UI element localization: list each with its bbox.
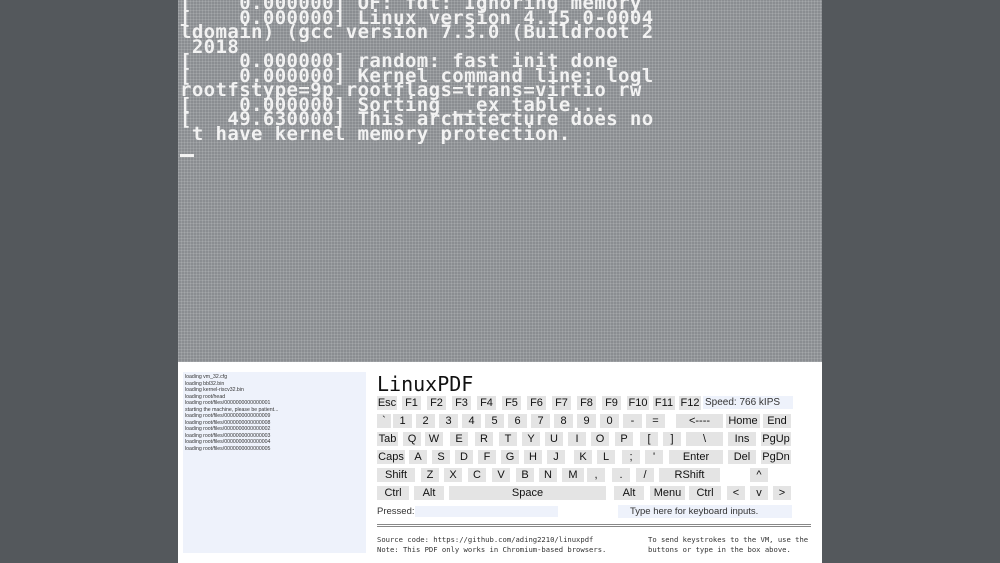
key-right-alt[interactable]: Alt: [614, 486, 644, 500]
key-s[interactable]: S: [432, 450, 450, 464]
key-g[interactable]: G: [501, 450, 519, 464]
key-m[interactable]: M: [562, 468, 584, 482]
boot-log-panel: loading vm_32.cfg loading bbl32.bin load…: [183, 372, 366, 553]
key-period[interactable]: .: [612, 468, 630, 482]
key-pgdn[interactable]: PgDn: [761, 450, 791, 464]
key-c[interactable]: C: [468, 468, 486, 482]
key-o[interactable]: O: [591, 432, 609, 446]
key-n[interactable]: N: [539, 468, 557, 482]
keystroke-tip-line-1: To send keystrokes to the VM, use the: [648, 535, 809, 544]
key-f5[interactable]: F5: [502, 396, 521, 410]
key-e[interactable]: E: [450, 432, 468, 446]
key-home[interactable]: Home: [726, 414, 760, 428]
key-z[interactable]: Z: [421, 468, 439, 482]
key-ins[interactable]: Ins: [728, 432, 756, 446]
key-enter[interactable]: Enter: [669, 450, 723, 464]
key-d[interactable]: D: [455, 450, 473, 464]
key-y[interactable]: Y: [522, 432, 540, 446]
key-backspace[interactable]: <----: [676, 414, 723, 428]
key-quote[interactable]: ': [645, 450, 663, 464]
key-0[interactable]: 0: [600, 414, 619, 428]
key-1[interactable]: 1: [393, 414, 412, 428]
key-5[interactable]: 5: [485, 414, 504, 428]
key-menu[interactable]: Menu: [650, 486, 685, 500]
key-right-ctrl[interactable]: Ctrl: [689, 486, 721, 500]
key-i[interactable]: I: [568, 432, 586, 446]
key-6[interactable]: 6: [508, 414, 527, 428]
speed-indicator: Speed: 766 kIPS: [703, 396, 793, 409]
keystroke-tip-line-2: buttons or type in the box above.: [648, 545, 791, 554]
key-8[interactable]: 8: [554, 414, 573, 428]
key-equals[interactable]: =: [646, 414, 665, 428]
key-x[interactable]: X: [444, 468, 462, 482]
app-title: LinuxPDF: [377, 372, 474, 396]
key-ctrl[interactable]: Ctrl: [377, 486, 409, 500]
key-minus[interactable]: -: [623, 414, 642, 428]
pdf-page: [ 0.000000] OF: fdt: Ignoring memory [ 0…: [178, 0, 822, 563]
key-f12[interactable]: F12: [679, 396, 701, 410]
key-f11[interactable]: F11: [653, 396, 675, 410]
key-v[interactable]: V: [492, 468, 510, 482]
key-f2[interactable]: F2: [427, 396, 446, 410]
key-esc[interactable]: Esc: [377, 396, 397, 410]
key-semicolon[interactable]: ;: [622, 450, 640, 464]
key-shift[interactable]: Shift: [377, 468, 415, 482]
key-f[interactable]: F: [478, 450, 496, 464]
key-w[interactable]: W: [425, 432, 443, 446]
pressed-keys-display: [415, 506, 558, 517]
key-f1[interactable]: F1: [402, 396, 421, 410]
key-del[interactable]: Del: [728, 450, 756, 464]
key-9[interactable]: 9: [577, 414, 596, 428]
keyboard-input-field[interactable]: [618, 505, 792, 518]
key-f7[interactable]: F7: [552, 396, 571, 410]
key-3[interactable]: 3: [439, 414, 458, 428]
key-backslash[interactable]: \: [686, 432, 723, 446]
key-l[interactable]: L: [597, 450, 615, 464]
key-slash[interactable]: /: [636, 468, 654, 482]
key-q[interactable]: Q: [403, 432, 421, 446]
key-k[interactable]: K: [574, 450, 592, 464]
key-j[interactable]: J: [547, 450, 565, 464]
log-line: loading root/files/0000000000000005: [185, 445, 271, 452]
key-f8[interactable]: F8: [577, 396, 596, 410]
terminal-line: t have kernel memory protection.: [180, 122, 571, 145]
key-space[interactable]: Space: [449, 486, 606, 500]
key-right-shift[interactable]: RShift: [659, 468, 720, 482]
key-b[interactable]: B: [516, 468, 534, 482]
key-h[interactable]: H: [524, 450, 542, 464]
key-arrow-left[interactable]: <: [727, 486, 745, 500]
key-f9[interactable]: F9: [602, 396, 621, 410]
vm-terminal-screen[interactable]: [ 0.000000] OF: fdt: Ignoring memory [ 0…: [178, 0, 822, 362]
key-tab[interactable]: Tab: [377, 432, 398, 446]
pressed-label: Pressed:: [377, 506, 415, 517]
key-f3[interactable]: F3: [452, 396, 471, 410]
key-f6[interactable]: F6: [527, 396, 546, 410]
key-4[interactable]: 4: [462, 414, 481, 428]
key-caps[interactable]: Caps: [377, 450, 405, 464]
key-f10[interactable]: F10: [627, 396, 649, 410]
key-u[interactable]: U: [545, 432, 563, 446]
key-f4[interactable]: F4: [477, 396, 496, 410]
terminal-cursor: [180, 154, 194, 157]
key-backtick[interactable]: `: [377, 414, 391, 428]
key-pgup[interactable]: PgUp: [761, 432, 791, 446]
key-comma[interactable]: ,: [587, 468, 605, 482]
key-7[interactable]: 7: [531, 414, 550, 428]
key-alt[interactable]: Alt: [414, 486, 444, 500]
key-arrow-down[interactable]: v: [750, 486, 768, 500]
key-2[interactable]: 2: [416, 414, 435, 428]
key-end[interactable]: End: [763, 414, 791, 428]
key-arrow-right[interactable]: >: [773, 486, 791, 500]
divider: [377, 524, 811, 527]
terminal-line: ldomain) (gcc version 7.3.0 (Buildroot 2: [180, 21, 654, 43]
browser-note-text: Note: This PDF only works in Chromium-ba…: [377, 545, 607, 554]
key-right-bracket[interactable]: ]: [663, 432, 681, 446]
source-code-text: Source code: https://github.com/ading221…: [377, 535, 594, 544]
key-r[interactable]: R: [475, 432, 493, 446]
key-t[interactable]: T: [499, 432, 517, 446]
key-left-bracket[interactable]: [: [640, 432, 658, 446]
key-a[interactable]: A: [409, 450, 427, 464]
key-p[interactable]: P: [615, 432, 633, 446]
key-arrow-up[interactable]: ^: [750, 468, 768, 482]
